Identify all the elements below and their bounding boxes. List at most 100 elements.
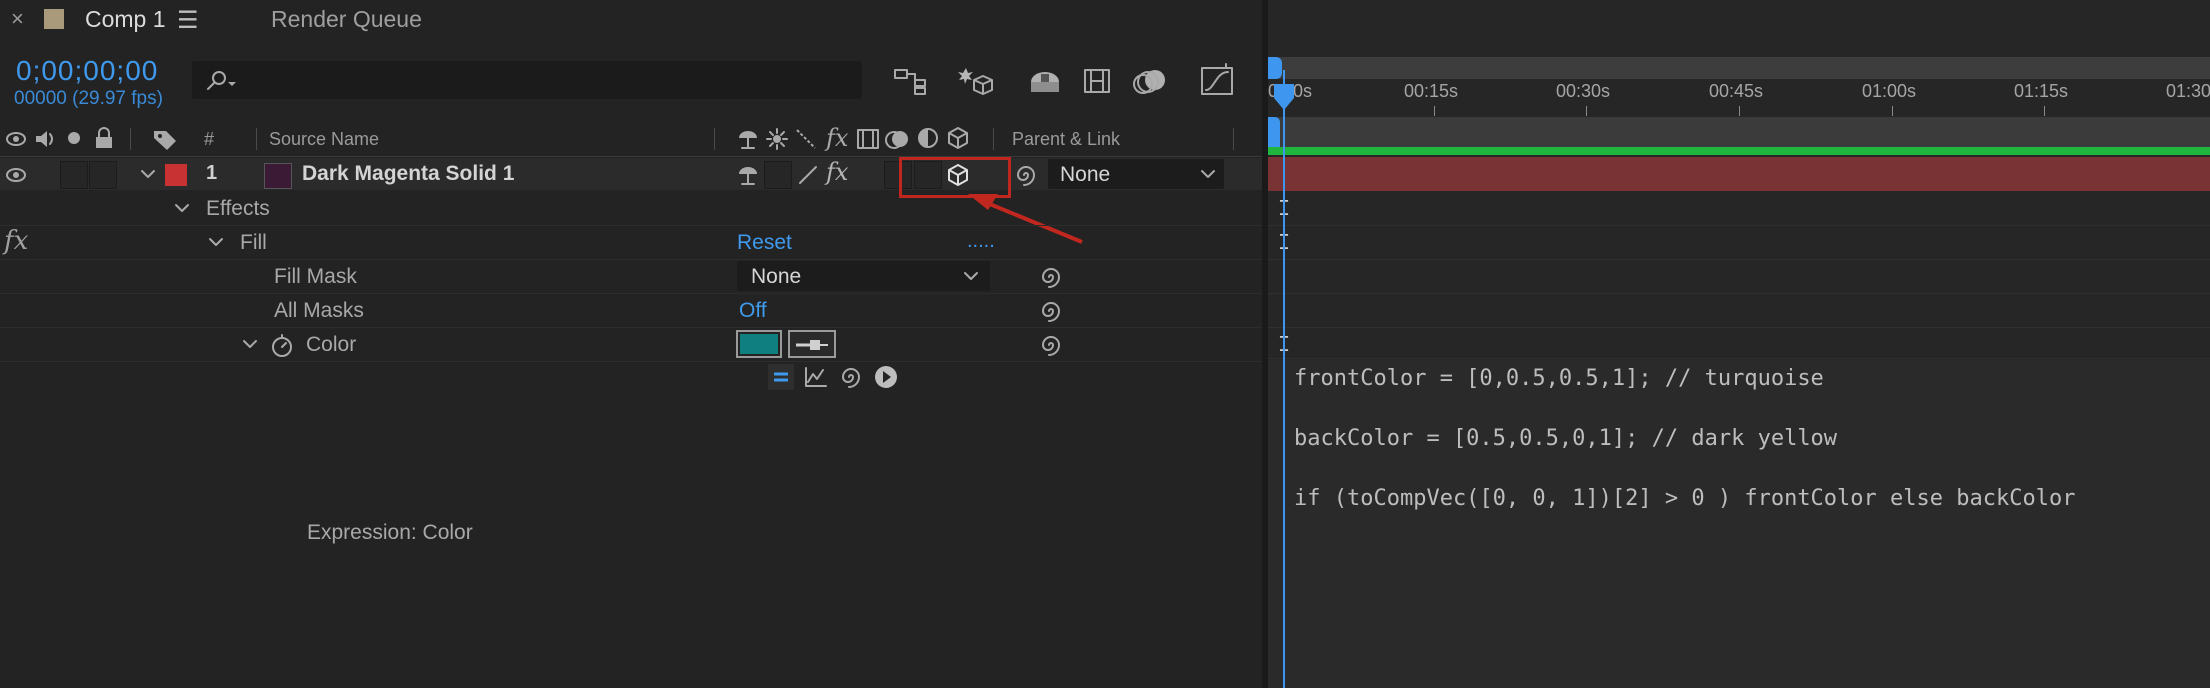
panel-menu-icon[interactable]: ☰ [177,6,199,35]
expression-line[interactable]: backColor = [0.5,0.5,0,1]; // dark yello… [1294,426,1837,451]
expression-line[interactable]: frontColor = [0,0.5,0.5,1]; // turquoise [1294,366,1824,391]
column-number[interactable]: # [204,129,214,150]
shy-layers-icon[interactable] [1027,64,1063,100]
property-pick-whip-icon[interactable] [1038,334,1060,356]
fill-effect-row[interactable]: fx Fill Reset ..... [0,226,1262,260]
expression-language-menu-icon[interactable] [874,365,898,389]
chevron-down-icon [964,272,978,280]
expression-pick-whip-icon[interactable] [838,366,860,388]
timeline-panel: 0:00s 00:15s 00:30s 00:45s 01:00s 01:15s… [1268,0,2210,688]
lock-toggle[interactable] [89,161,117,189]
effects-label: Effects [206,197,270,220]
parent-dropdown[interactable]: None [1048,159,1224,189]
navigator-start-handle[interactable] [1268,57,1282,79]
tick-mark [1739,106,1740,116]
effects-group-row[interactable]: Effects [0,192,1262,226]
tick-mark [1434,106,1435,116]
expression-graph-icon[interactable] [804,366,828,388]
shy-switch-icon[interactable] [737,164,759,186]
time-ruler[interactable]: 0:00s 00:15s 00:30s 00:45s 01:00s 01:15s… [1268,79,2210,118]
time-tick-label: 01:00s [1862,81,1917,101]
property-pick-whip-icon[interactable] [1038,300,1060,322]
frame-blending-icon[interactable] [1081,64,1117,100]
close-tab-button[interactable]: × [11,6,24,32]
expression-line[interactable]: if (toCompVec([0, 0, 1])[2] > 0 ) frontC… [1294,486,2075,511]
playhead-handle-icon[interactable] [1272,82,1296,112]
collapse-toggle[interactable] [764,161,792,189]
playhead-line[interactable] [1283,70,1285,688]
chevron-down-icon[interactable] [242,339,258,351]
fill-effect-label: Fill [240,231,267,254]
all-masks-value[interactable]: Off [739,299,767,323]
fill-mask-dropdown[interactable]: None [737,261,990,291]
layer-label-color[interactable] [165,164,187,186]
eyedropper-icon [796,340,828,350]
lock-icon[interactable] [94,127,114,149]
effects-switch-icon: fx [826,124,849,152]
column-parent-link[interactable]: Parent & Link [1012,129,1120,150]
column-source-name[interactable]: Source Name [269,129,379,150]
frame-rate-info: 00000 (29.97 fps) [14,88,163,109]
effect-options-link[interactable]: ..... [967,230,995,253]
layer-visibility-icon[interactable] [6,165,26,185]
eyedropper-button[interactable] [788,330,836,358]
layer-column-header: # Source Name fx Parent & Link [0,122,1262,157]
color-label: Color [306,333,357,356]
reset-link[interactable]: Reset [737,231,792,255]
color-property-row[interactable]: Color [0,328,1262,362]
expression-enable-toggle[interactable] [768,364,794,390]
equals-icon [774,372,788,382]
tick-mark [1586,106,1587,116]
stopwatch-icon[interactable] [270,332,294,358]
current-time-display[interactable]: 0;00;00;00 [16,55,158,87]
label-tag-icon[interactable] [152,127,178,151]
layer-search-field[interactable] [192,61,862,101]
collapse-switch-icon [766,128,788,150]
graph-editor-icon[interactable] [1200,63,1236,100]
adjustment-layer-switch-icon [918,128,938,148]
all-masks-row[interactable]: All Masks Off [0,294,1262,328]
effects-toggle-icon[interactable]: fx [826,158,848,186]
layer-name[interactable]: Dark Magenta Solid 1 [302,162,514,186]
chevron-down-icon[interactable] [140,168,156,180]
time-tick-label: 00:15s [1404,81,1459,101]
layer-row[interactable]: 1 Dark Magenta Solid 1 fx None [0,158,1262,190]
fill-mask-row[interactable]: Fill Mask None [0,260,1262,294]
comp-mini-flowchart-icon[interactable] [893,64,929,100]
work-area-start-handle[interactable] [1268,117,1280,151]
shy-switch-icon [739,131,757,149]
effect-fx-icon[interactable]: fx [4,226,28,256]
timeline-row: I [1268,192,2210,226]
motion-blur-icon[interactable] [1133,64,1169,100]
fill-mask-label: Fill Mask [274,265,357,288]
fill-mask-value: None [751,265,802,288]
expression-editor[interactable]: frontColor = [0,0.5,0.5,1]; // turquoise… [1268,360,2210,688]
property-pick-whip-icon[interactable] [1038,266,1060,288]
video-visibility-icon[interactable] [6,129,26,149]
frame-blend-switch-icon [857,129,879,149]
audio-icon[interactable] [33,128,55,150]
parent-pick-whip-icon[interactable] [1013,164,1035,186]
tab-render-queue[interactable]: Render Queue [271,6,422,33]
work-area-bar[interactable] [1268,117,2210,151]
time-navigator-bar[interactable] [1268,57,2210,79]
parent-dropdown-value: None [1060,163,1111,186]
solo-toggle[interactable] [60,161,88,189]
search-input[interactable] [240,61,844,101]
timeline-row: I [1268,226,2210,260]
tab-comp-1[interactable]: Comp 1 [85,6,166,33]
solid-color-swatch [264,163,292,189]
chevron-down-icon[interactable] [208,237,224,249]
solo-icon[interactable] [66,130,82,146]
chevron-down-icon[interactable] [174,203,190,215]
expression-label: Expression: Color [307,521,473,544]
3d-layer-switch-icon [948,127,968,149]
chevron-down-icon [1201,170,1215,178]
motion-blur-switch-icon [885,131,908,149]
layer-duration-bar[interactable] [1268,157,2210,191]
all-masks-label: All Masks [274,299,364,322]
quality-switch-icon[interactable] [797,164,819,186]
color-swatch[interactable] [736,330,782,358]
time-tick-label: 00:30s [1556,81,1611,101]
draft-3d-icon[interactable] [958,64,994,100]
